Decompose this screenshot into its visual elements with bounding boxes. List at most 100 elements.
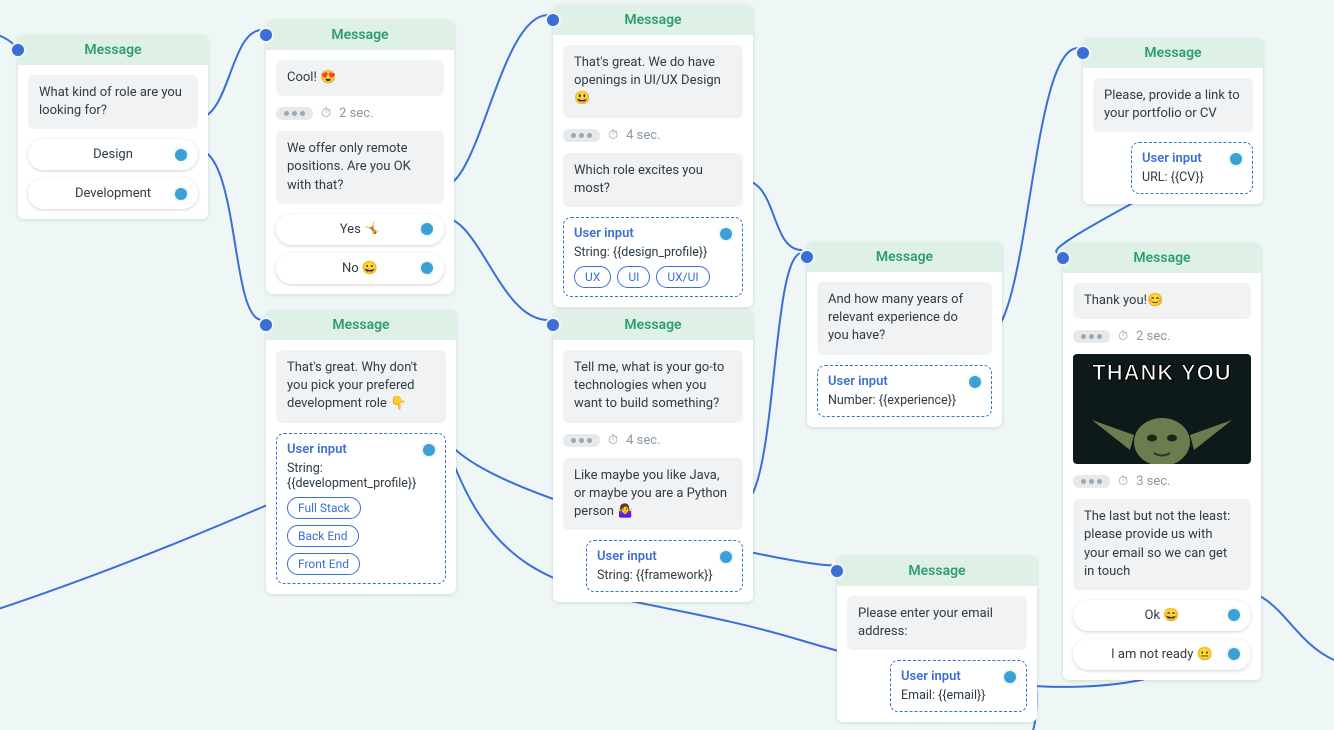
- node-title: Message: [331, 27, 388, 43]
- user-input-experience[interactable]: User input Number: {{experience}}: [817, 365, 992, 417]
- user-input-title: User input: [901, 669, 1016, 684]
- user-input-title: User input: [597, 549, 732, 564]
- user-input-label: Number: {{experience}}: [828, 393, 981, 408]
- node-header: Message: [553, 5, 753, 35]
- option-no[interactable]: No 😀: [276, 253, 444, 284]
- node-dev-role[interactable]: Message That's great. Why don't you pick…: [266, 310, 456, 594]
- delay-indicator: ⏱ 2 sec.: [1073, 329, 1251, 344]
- delay-indicator: ⏱ 4 sec.: [563, 128, 743, 143]
- delay-indicator: ⏱ 3 sec.: [1073, 474, 1251, 489]
- node-remote-ok[interactable]: Message Cool! 😍 ⏱ 2 sec. We offer only r…: [266, 20, 454, 294]
- message-text: Cool! 😍: [276, 60, 444, 96]
- typing-dots-icon: [276, 107, 313, 120]
- user-input-dev-profile[interactable]: User input String: {{development_profile…: [276, 433, 446, 584]
- node-thank-you[interactable]: Message Thank you!😊 ⏱ 2 sec. THANK YOU ⏱…: [1063, 243, 1261, 680]
- user-input-cv[interactable]: User input URL: {{CV}}: [1131, 142, 1253, 194]
- message-text: That's great. We do have openings in UI/…: [563, 45, 743, 118]
- chip-backend[interactable]: Back End: [287, 525, 359, 547]
- node-header: Message: [266, 310, 456, 340]
- node-experience[interactable]: Message And how many years of relevant e…: [807, 242, 1002, 427]
- node-title: Message: [908, 563, 965, 579]
- option-development[interactable]: Development: [28, 178, 198, 209]
- message-text: We offer only remote positions. Are you …: [276, 131, 444, 204]
- user-input-label: String: {{framework}}: [597, 568, 732, 583]
- node-title: Message: [876, 249, 933, 265]
- output-port[interactable]: [421, 442, 437, 458]
- user-input-title: User input: [287, 442, 435, 457]
- user-input-label: Email: {{email}}: [901, 688, 1016, 703]
- option-yes[interactable]: Yes 🤸: [276, 214, 444, 245]
- message-text: Tell me, what is your go-to technologies…: [563, 350, 743, 423]
- input-port[interactable]: [10, 42, 26, 58]
- output-port[interactable]: [419, 221, 435, 237]
- node-title: Message: [84, 42, 141, 58]
- chip-frontend[interactable]: Front End: [287, 553, 360, 575]
- message-text: The last but not the least: please provi…: [1073, 499, 1251, 590]
- node-email[interactable]: Message Please enter your email address:…: [837, 556, 1037, 722]
- node-title: Message: [1133, 250, 1190, 266]
- message-text: What kind of role are you looking for?: [28, 75, 198, 129]
- message-text: Please enter your email address:: [847, 596, 1027, 650]
- delay-text: 4 sec.: [626, 433, 660, 448]
- user-input-label: String: {{development_profile}}: [287, 461, 435, 491]
- stopwatch-icon: ⏱: [608, 433, 618, 448]
- node-role-question[interactable]: Message What kind of role are you lookin…: [18, 35, 208, 219]
- user-input-title: User input: [574, 226, 732, 241]
- node-header: Message: [1063, 243, 1261, 273]
- input-port[interactable]: [545, 12, 561, 28]
- output-port[interactable]: [1226, 607, 1242, 623]
- input-port[interactable]: [1055, 250, 1071, 266]
- delay-text: 4 sec.: [626, 128, 660, 143]
- output-port[interactable]: [1226, 646, 1242, 662]
- output-port[interactable]: [718, 226, 734, 242]
- input-port[interactable]: [258, 317, 274, 333]
- delay-text: 2 sec.: [339, 106, 373, 121]
- message-text: Thank you!😊: [1073, 283, 1251, 319]
- yoda-icon: [1082, 380, 1242, 464]
- output-port[interactable]: [419, 260, 435, 276]
- chip-ux[interactable]: UX: [574, 266, 611, 288]
- node-design-openings[interactable]: Message That's great. We do have opening…: [553, 5, 753, 307]
- user-input-label: URL: {{CV}}: [1142, 170, 1242, 185]
- typing-dots-icon: [563, 129, 600, 142]
- stopwatch-icon: ⏱: [321, 106, 331, 121]
- output-port[interactable]: [718, 549, 734, 565]
- input-port[interactable]: [799, 249, 815, 265]
- node-header: Message: [18, 35, 208, 65]
- output-port[interactable]: [967, 374, 983, 390]
- delay-text: 2 sec.: [1136, 329, 1170, 344]
- user-input-framework[interactable]: User input String: {{framework}}: [586, 540, 743, 592]
- node-title: Message: [624, 317, 681, 333]
- option-design[interactable]: Design: [28, 139, 198, 170]
- delay-text: 3 sec.: [1136, 474, 1170, 489]
- message-text: Please, provide a link to your portfolio…: [1093, 78, 1253, 132]
- delay-indicator: ⏱ 4 sec.: [563, 433, 743, 448]
- node-header: Message: [1083, 38, 1263, 68]
- option-not-ready[interactable]: I am not ready 😐: [1073, 639, 1251, 670]
- typing-dots-icon: [1073, 330, 1110, 343]
- node-cv-link[interactable]: Message Please, provide a link to your p…: [1083, 38, 1263, 204]
- chip-fullstack[interactable]: Full Stack: [287, 497, 361, 519]
- user-input-label: String: {{design_profile}}: [574, 245, 732, 260]
- stopwatch-icon: ⏱: [1118, 474, 1128, 489]
- input-port[interactable]: [1075, 45, 1091, 61]
- output-port[interactable]: [173, 147, 189, 163]
- user-input-email[interactable]: User input Email: {{email}}: [890, 660, 1027, 712]
- option-ok[interactable]: Ok 😄: [1073, 600, 1251, 631]
- node-title: Message: [1144, 45, 1201, 61]
- chip-ui[interactable]: UI: [617, 266, 650, 288]
- node-tech-stack[interactable]: Message Tell me, what is your go-to tech…: [553, 310, 753, 602]
- node-header: Message: [553, 310, 753, 340]
- user-input-title: User input: [1142, 151, 1242, 166]
- chip-uxui[interactable]: UX/UI: [656, 266, 709, 288]
- input-port[interactable]: [829, 563, 845, 579]
- input-port[interactable]: [545, 317, 561, 333]
- node-header: Message: [807, 242, 1002, 272]
- message-text: Which role excites you most?: [563, 153, 743, 207]
- input-port[interactable]: [258, 27, 274, 43]
- output-port[interactable]: [173, 186, 189, 202]
- user-input-design-profile[interactable]: User input String: {{design_profile}} UX…: [563, 217, 743, 297]
- typing-dots-icon: [563, 434, 600, 447]
- typing-dots-icon: [1073, 475, 1110, 488]
- message-text: Like maybe you like Java, or maybe you a…: [563, 458, 743, 531]
